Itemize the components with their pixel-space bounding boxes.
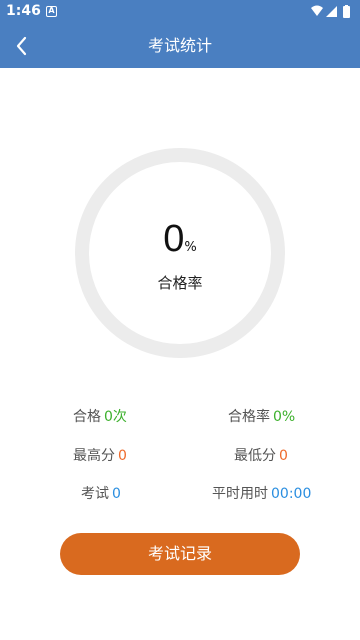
stat-highest-value: 0 <box>118 448 127 464</box>
stat-exams-label: 考试 <box>81 486 109 502</box>
status-bar: 1:46 A <box>0 0 360 24</box>
stat-exams-value: 0 <box>112 486 121 502</box>
stat-avg-time-value: 00:00 <box>271 486 312 502</box>
status-icons <box>311 5 350 18</box>
app-bar: 考试统计 <box>0 24 360 68</box>
stat-pass-rate-label: 合格率 <box>228 409 270 425</box>
pass-rate-number: 0 <box>163 218 185 260</box>
exam-records-button[interactable]: 考试记录 <box>60 533 300 575</box>
stat-passed: 合格 0次 <box>73 406 127 426</box>
wifi-icon <box>311 5 323 16</box>
pass-rate-value: 0% <box>75 218 285 261</box>
stat-lowest: 最低分 0 <box>234 445 288 465</box>
stat-avg-time-label: 平时用时 <box>212 486 268 502</box>
stat-lowest-value: 0 <box>279 448 288 464</box>
stat-pass-rate: 合格率 0% <box>228 406 295 426</box>
pass-rate-unit: % <box>184 240 197 255</box>
stat-highest-label: 最高分 <box>73 448 115 464</box>
stat-pass-rate-value: 0% <box>273 409 296 425</box>
signal-icon <box>326 6 337 17</box>
chevron-left-icon <box>16 36 27 56</box>
pass-rate-label: 合格率 <box>157 274 203 292</box>
stat-avg-time: 平时用时 00:00 <box>212 483 311 503</box>
stat-passed-label: 合格 <box>73 409 101 425</box>
notification-icon: A <box>46 6 57 17</box>
battery-icon <box>343 6 350 18</box>
stat-exams: 考试 0 <box>81 483 121 503</box>
status-time: 1:46 <box>6 3 41 19</box>
stat-highest: 最高分 0 <box>73 445 127 465</box>
pass-rate-ring: 0% 合格率 <box>75 148 285 358</box>
stat-passed-value: 0次 <box>104 409 127 425</box>
page-title: 考试统计 <box>147 36 212 55</box>
stat-lowest-label: 最低分 <box>234 448 276 464</box>
back-button[interactable] <box>10 34 34 58</box>
